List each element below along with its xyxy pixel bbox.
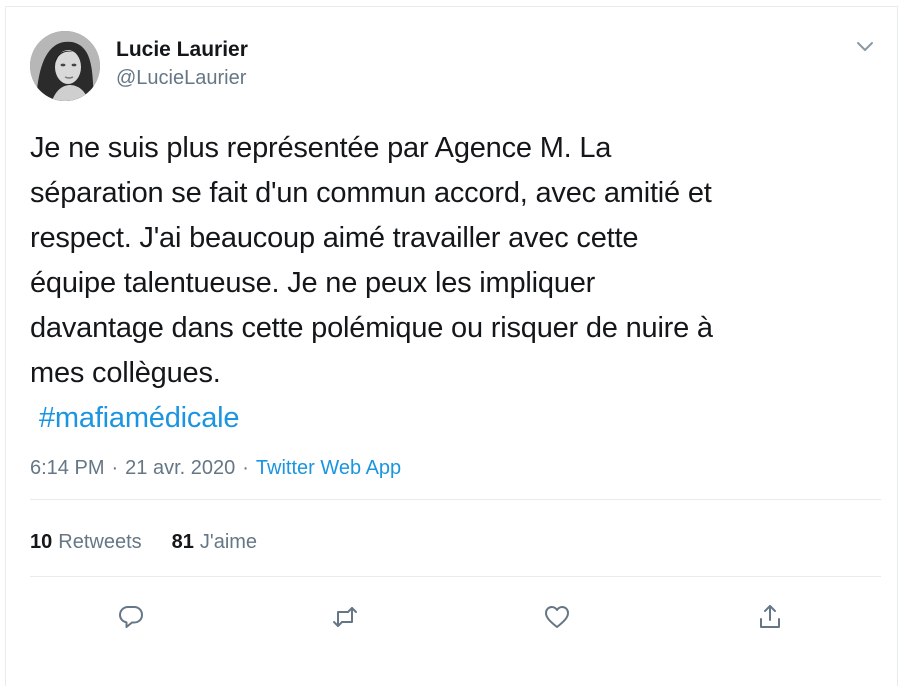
tweet-text-line: Je ne suis plus représentée par Agence M… xyxy=(30,132,612,164)
tweet-text-line: séparation se fait d'un commun accord, a… xyxy=(30,177,712,209)
divider xyxy=(30,576,881,577)
meta-separator: · xyxy=(111,457,119,479)
chevron-down-icon[interactable] xyxy=(853,37,877,57)
retweet-icon[interactable] xyxy=(330,602,360,632)
author-display-name[interactable]: Lucie Laurier xyxy=(116,38,248,62)
likes-count: 81 xyxy=(171,531,194,553)
likes-stat[interactable]: 81 J'aime xyxy=(172,531,257,553)
divider xyxy=(30,499,881,500)
tweet-text-line: davantage dans cette polémique ou risque… xyxy=(30,312,713,344)
author-handle[interactable]: @LucieLaurier xyxy=(116,67,246,90)
tweet-source-link[interactable]: Twitter Web App xyxy=(256,457,401,479)
reply-icon[interactable] xyxy=(116,602,146,632)
avatar-photo xyxy=(30,31,100,101)
tweet-meta: 6:14 PM · 21 avr. 2020 · Twitter Web App xyxy=(30,457,401,480)
share-icon[interactable] xyxy=(755,602,785,632)
retweets-label: Retweets xyxy=(58,531,142,553)
tweet-time[interactable]: 6:14 PM xyxy=(30,457,104,479)
tweet-card: Lucie Laurier @LucieLaurier Je ne suis p… xyxy=(5,6,898,686)
retweets-stat[interactable]: 10 Retweets xyxy=(30,531,142,553)
hashtag-link[interactable]: #mafiamédicale xyxy=(39,396,240,441)
likes-label: J'aime xyxy=(199,531,258,553)
tweet-text-line: équipe talentueuse. Je ne peux les impli… xyxy=(30,267,596,299)
meta-separator: · xyxy=(242,457,249,479)
tweet-text: Je ne suis plus représentée par Agence M… xyxy=(30,126,890,441)
tweet-stats: 10 Retweets 81 J'aime xyxy=(30,531,257,554)
tweet-text-line: mes collègues. xyxy=(30,357,221,389)
retweets-count: 10 xyxy=(30,531,53,553)
avatar[interactable] xyxy=(30,31,100,101)
tweet-text-line: respect. J'ai beaucoup aimé travailler a… xyxy=(30,222,639,254)
like-icon[interactable] xyxy=(542,602,572,632)
tweet-date[interactable]: 21 avr. 2020 xyxy=(125,457,235,479)
